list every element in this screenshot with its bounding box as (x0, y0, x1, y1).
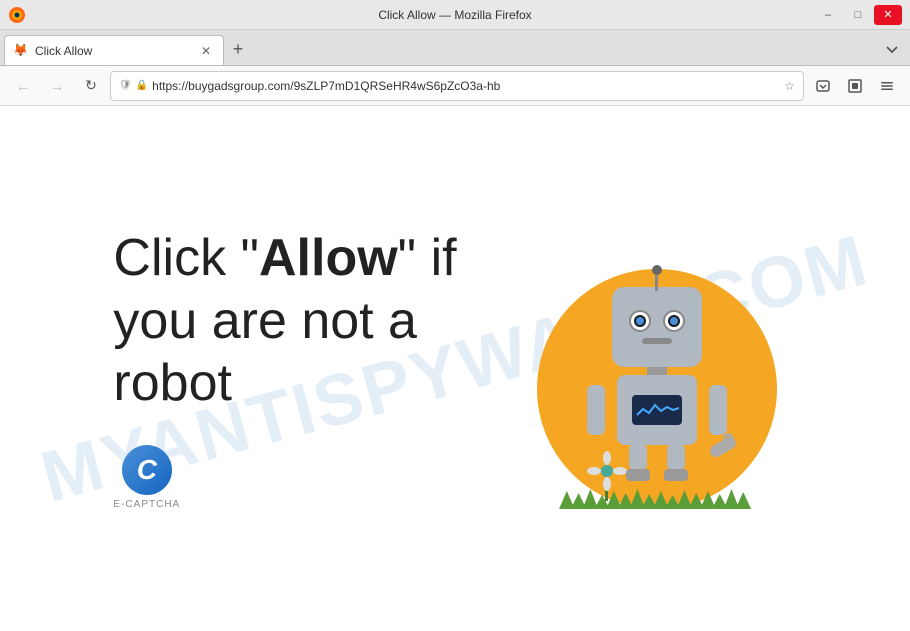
minimize-button[interactable]: – (814, 5, 842, 25)
shield-icon: 🛡 (119, 80, 132, 91)
reload-button[interactable]: ↻ (76, 71, 106, 101)
address-bar[interactable]: 🛡 🔒 https://buygadsgroup.com/9sZLP7mD1QR… (110, 71, 804, 101)
pocket-icon (815, 78, 831, 94)
back-button[interactable]: ← (8, 71, 38, 101)
nav-tools (808, 71, 902, 101)
lock-icon: 🔒 (136, 80, 148, 91)
extensions-button[interactable] (840, 71, 870, 101)
captcha-line3: robot (113, 352, 456, 414)
titlebar-left (8, 6, 26, 24)
robot-left-eye (629, 310, 651, 332)
robot-legs (626, 445, 688, 481)
titlebar-controls: – □ ✕ (814, 5, 902, 25)
grass-decoration (559, 487, 755, 509)
maximize-button[interactable]: □ (844, 5, 872, 25)
robot-right-arm (709, 385, 727, 435)
robot-right-eye (663, 310, 685, 332)
puzzle-icon (847, 78, 863, 94)
url-text: https://buygadsgroup.com/9sZLP7mD1QRSeHR… (152, 79, 780, 93)
captcha-line2: you are not a (113, 290, 456, 352)
more-tools-button[interactable] (872, 71, 902, 101)
forward-button[interactable]: → (42, 71, 72, 101)
page-content: MYANTISPYWARE.COM Click "Allow" if you a… (0, 106, 910, 631)
ecaptcha-c-icon: C (122, 445, 172, 495)
close-button[interactable]: ✕ (874, 5, 902, 25)
grass-svg (559, 487, 755, 509)
navbar: ← → ↻ 🛡 🔒 https://buygadsgroup.com/9sZLP… (0, 66, 910, 106)
new-tab-button[interactable]: + (224, 35, 252, 63)
ecaptcha-label: E-CAPTCHA (113, 499, 180, 510)
tabbar: 🦊 Click Allow ✕ + (0, 30, 910, 66)
tab-label: Click Allow (35, 44, 191, 58)
tab-close-button[interactable]: ✕ (197, 42, 215, 60)
robot-mouth (642, 338, 672, 344)
robot-neck (647, 367, 667, 375)
active-tab[interactable]: 🦊 Click Allow ✕ (4, 35, 224, 65)
robot-left-leg (626, 445, 650, 481)
captcha-allow-bold: Allow (259, 229, 398, 287)
robot-torso (617, 375, 697, 445)
main-content: Click "Allow" if you are not a robot C E… (93, 199, 816, 539)
chevron-down-icon (885, 42, 899, 56)
robot-right-leg (664, 445, 688, 481)
robot-left-arm (587, 385, 605, 435)
robot-arms (587, 385, 727, 435)
bookmark-star-icon[interactable]: ☆ (784, 79, 795, 93)
captcha-message: Click "Allow" if you are not a robot (113, 227, 456, 414)
window-title: Click Allow — Mozilla Firefox (378, 8, 531, 22)
titlebar: Click Allow — Mozilla Firefox – □ ✕ (0, 0, 910, 30)
captcha-line1: Click "Allow" if (113, 227, 456, 289)
pocket-button[interactable] (808, 71, 838, 101)
robot-head (612, 287, 702, 367)
firefox-logo-icon (8, 6, 26, 24)
hamburger-icon (879, 78, 895, 94)
ecaptcha-logo: C E-CAPTCHA (113, 445, 180, 510)
robot-eyes (629, 310, 685, 332)
left-content: Click "Allow" if you are not a robot C E… (113, 227, 456, 509)
robot-antenna (652, 265, 662, 291)
tab-list-button[interactable] (878, 35, 906, 63)
robot-illustration (517, 219, 797, 519)
robot-body-container (612, 287, 702, 481)
tab-favicon-icon: 🦊 (13, 43, 29, 59)
